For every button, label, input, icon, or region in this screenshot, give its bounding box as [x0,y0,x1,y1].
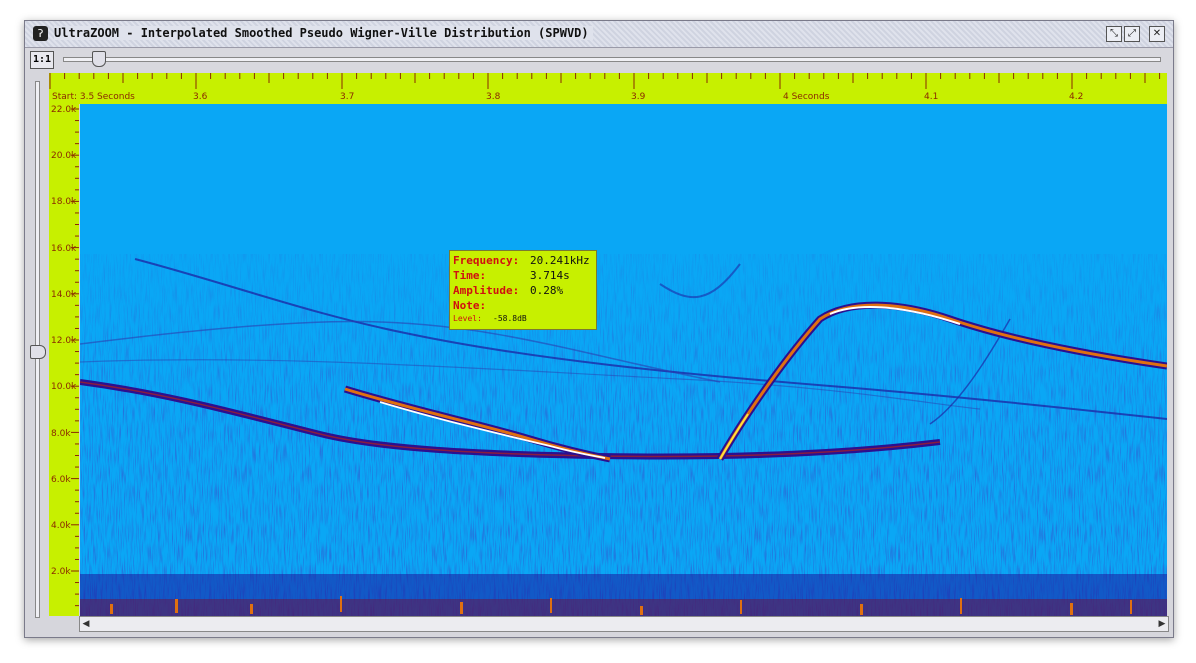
time-tick-label: 3.7 [340,92,355,102]
time-tick-label: 4 Seconds [783,92,830,102]
maximize-icon[interactable]: ⤢ [1124,26,1140,42]
time-tick-label: 3.9 [631,92,646,102]
spectrogram-plot[interactable]: Frequency: 20.241kHz Time: 3.714s Amplit… [80,104,1167,616]
frequency-ruler-ticks [71,108,79,607]
scroll-right-icon[interactable]: ▶ [1156,617,1168,631]
ultrazoom-window: ʔ UltraZOOM - Interpolated Smoothed Pseu… [24,20,1174,638]
ear-icon[interactable]: ʔ [33,26,48,41]
noise-field [80,254,1167,616]
horizontal-zoom-slider[interactable] [63,51,1161,67]
freq-tick-label: 18.0k [51,197,77,207]
frequency-ruler[interactable]: 22.0k 20.0k 18.0k 16.0k 14.0k 12.0k 10.0… [49,104,79,616]
time-label: Time: [453,269,487,282]
freq-tick-label: 22.0k [51,105,77,115]
freq-tick-label: 10.0k [51,382,77,392]
freq-tick-label: 2.0k [51,567,71,577]
freq-tick-label: 8.0k [51,429,71,439]
time-start-label: Start: 3.5 Seconds [52,92,135,102]
freq-tick-label: 16.0k [51,244,77,254]
freq-tick-label: 4.0k [51,521,71,531]
time-ruler-ticks [49,73,1161,89]
cursor-readout-tooltip: Frequency: 20.241kHz Time: 3.714s Amplit… [449,250,597,330]
vertical-zoom-thumb[interactable] [30,345,46,359]
time-ruler[interactable]: Start: 3.5 Seconds 3.6 3.7 3.8 3.9 4 Sec… [49,73,1167,104]
time-tick-label: 4.2 [1069,92,1084,102]
time-tick-label: 3.6 [193,92,208,102]
horizontal-scrollbar[interactable]: ◀ ▶ [79,616,1169,632]
time-tick-label: 4.1 [924,92,939,102]
time-value: 3.714s [530,269,570,282]
zoom-reset-button[interactable]: 1:1 [30,51,54,69]
level-value: -58.8dB [493,314,527,323]
title-bar[interactable]: ʔ UltraZOOM - Interpolated Smoothed Pseu… [25,21,1173,48]
level-label: Level: [453,314,482,323]
frequency-label: Frequency: [453,254,520,267]
note-label: Note: [453,299,487,312]
amplitude-value: 0.28% [530,284,564,297]
amplitude-label: Amplitude: [453,284,520,297]
minimize-icon[interactable]: ⤡ [1106,26,1122,42]
freq-tick-label: 6.0k [51,475,71,485]
window-title: UltraZOOM - Interpolated Smoothed Pseudo… [54,26,593,40]
spectrogram-image [80,254,1167,616]
freq-tick-label: 12.0k [51,336,77,346]
close-icon[interactable]: ✕ [1149,26,1165,42]
scroll-left-icon[interactable]: ◀ [80,617,92,631]
zoom-toolbar: 1:1 [25,48,1173,70]
low-frequency-energy [80,574,1167,616]
time-tick-label: 3.8 [486,92,501,102]
freq-tick-label: 20.0k [51,151,77,161]
horizontal-zoom-thumb[interactable] [92,51,106,67]
frequency-value: 20.241kHz [530,254,590,267]
freq-tick-label: 14.0k [51,290,77,300]
